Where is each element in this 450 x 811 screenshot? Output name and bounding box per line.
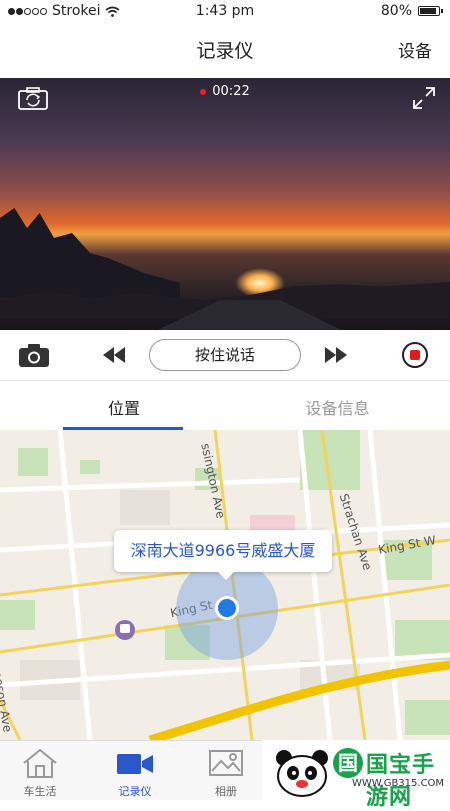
watermark-badge: 国 xyxy=(333,748,363,778)
switch-camera-icon[interactable] xyxy=(18,86,48,110)
battery-icon xyxy=(418,6,443,16)
record-button[interactable] xyxy=(402,342,428,368)
video-trees xyxy=(0,208,180,298)
tabbar-label: 相册 xyxy=(215,785,237,798)
snapshot-camera-icon[interactable] xyxy=(18,342,50,368)
recording-indicator: 00:22 xyxy=(0,84,450,99)
rewind-icon[interactable] xyxy=(103,347,125,363)
photo-album-icon xyxy=(209,750,243,776)
tabbar-item-recorder[interactable]: 记录仪 xyxy=(95,741,175,801)
recording-dot-icon xyxy=(200,88,207,95)
home-icon xyxy=(23,748,57,778)
fullscreen-icon[interactable] xyxy=(412,86,436,110)
map-view[interactable]: ssington Ave Strachan Ave King St W King… xyxy=(0,430,450,740)
video-preview[interactable]: 00:22 xyxy=(0,78,450,330)
video-camera-icon xyxy=(117,754,153,774)
push-to-talk-button[interactable]: 按住说话 xyxy=(149,339,301,371)
tabbar-label: 车生活 xyxy=(23,785,57,798)
tab-device-info[interactable]: 设备信息 xyxy=(225,395,450,419)
tab-location[interactable]: 位置 xyxy=(0,395,248,419)
device-button[interactable]: 设备 xyxy=(398,37,432,62)
fast-forward-icon[interactable] xyxy=(325,347,347,363)
tabbar-label: 记录仪 xyxy=(118,785,152,798)
control-bar: 按住说话 xyxy=(0,330,450,380)
recording-time: 00:22 xyxy=(212,84,250,99)
page-title: 记录仪 xyxy=(196,40,254,62)
battery-percent: 80% xyxy=(380,3,412,19)
segment-tabs: 位置 设备信息 xyxy=(0,380,450,430)
tabbar-item-album[interactable]: 相册 xyxy=(186,741,266,801)
panda-logo-icon xyxy=(276,750,328,797)
stop-record-icon xyxy=(410,350,420,360)
status-bar: Strokei 1:43 pm 80% xyxy=(0,0,450,22)
navigation-bar: 记录仪 设备 xyxy=(0,22,450,78)
watermark-url: WWW.GB315.COM xyxy=(352,778,445,789)
address-callout[interactable]: 深南大道9966号威盛大厦 xyxy=(114,530,332,580)
tabbar-item-car-life[interactable]: 车生活 xyxy=(0,741,80,801)
current-location-dot[interactable] xyxy=(215,596,239,620)
